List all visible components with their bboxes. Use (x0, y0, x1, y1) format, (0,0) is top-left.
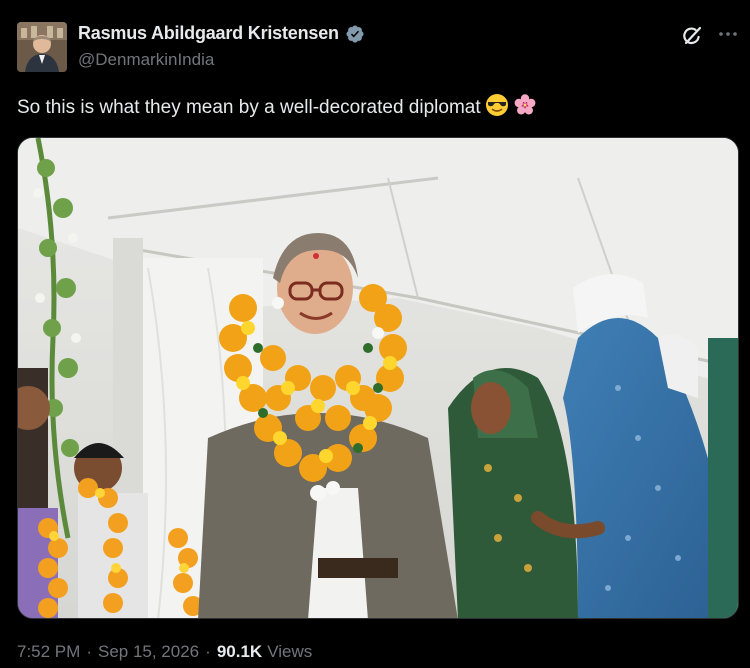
tweet-text-row: So this is what they mean by a well-deco… (17, 93, 537, 123)
tweet-media-photo[interactable] (17, 137, 739, 619)
views-count[interactable]: 90.1K (217, 642, 262, 662)
cherry-blossom-icon (513, 93, 537, 123)
smiling-face-with-sunglasses-icon (485, 93, 509, 123)
author-avatar[interactable] (17, 22, 67, 72)
separator: · (205, 642, 211, 661)
tweet-date[interactable]: Sep 15, 2026 (98, 642, 199, 662)
more-options-icon[interactable] (716, 22, 740, 46)
tweet: Rasmus Abildgaard Kristensen @DenmarkinI… (0, 0, 750, 668)
author-name-row: Rasmus Abildgaard Kristensen (78, 23, 365, 44)
verified-badge-icon (345, 24, 365, 44)
tweet-text: So this is what they mean by a well-deco… (17, 97, 481, 118)
tweet-meta: 7:52 PM · Sep 15, 2026 · 90.1K Views (17, 642, 312, 662)
author-display-name[interactable]: Rasmus Abildgaard Kristensen (78, 23, 339, 44)
tweet-time[interactable]: 7:52 PM (17, 642, 80, 662)
grok-icon[interactable] (680, 24, 704, 48)
author-handle[interactable]: @DenmarkinIndia (78, 50, 214, 70)
views-label: Views (267, 642, 313, 661)
separator: · (86, 642, 92, 661)
